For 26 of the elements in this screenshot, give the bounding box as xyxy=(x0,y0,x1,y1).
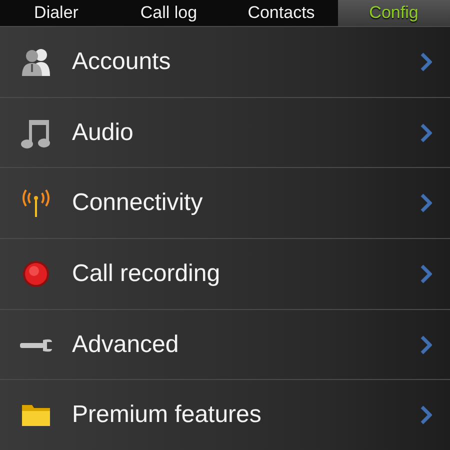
settings-label: Accounts xyxy=(72,48,171,75)
record-icon xyxy=(21,258,51,289)
folder-icon xyxy=(20,402,52,428)
settings-label: Connectivity xyxy=(72,189,203,216)
chevron-icon xyxy=(420,405,432,426)
chevron-icon xyxy=(420,334,432,355)
settings-item[interactable]: Premium features xyxy=(0,379,450,450)
chevron-icon xyxy=(420,264,432,284)
chevron-icon xyxy=(420,52,432,72)
settings-item[interactable]: Audio xyxy=(0,96,450,168)
chevron-icon xyxy=(420,122,432,142)
settings-label: Premium features xyxy=(72,401,262,428)
settings-item[interactable]: Call recording xyxy=(0,238,450,309)
settings-label: Audio xyxy=(72,118,134,146)
settings-label: Call recording xyxy=(72,260,220,287)
tab[interactable]: Dialer xyxy=(0,0,112,26)
tab[interactable]: Call log xyxy=(112,0,225,26)
tab[interactable]: Contacts xyxy=(225,0,338,26)
settings-item[interactable]: Connectivity xyxy=(0,167,450,238)
antenna-icon xyxy=(20,187,52,220)
settings-item[interactable]: Accounts xyxy=(0,26,450,97)
settings-label: Advanced xyxy=(72,330,179,358)
chevron-icon xyxy=(420,193,432,214)
wrench-icon xyxy=(19,336,53,353)
settings-item[interactable]: Advanced xyxy=(0,308,450,380)
tab[interactable]: Config xyxy=(338,0,450,26)
